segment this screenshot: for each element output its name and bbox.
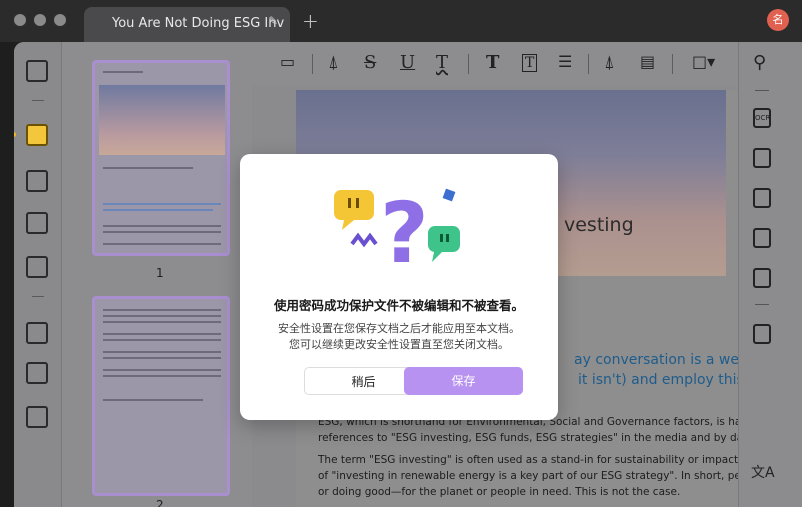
intro-text: it isn't) and employ this xyxy=(578,372,738,388)
thumbnail-text xyxy=(103,167,193,169)
email-icon[interactable] xyxy=(753,268,771,288)
active-indicator xyxy=(14,132,16,137)
thumbnail-text xyxy=(103,333,221,335)
dialog-description: 安全性设置在您保存文档之后才能应用至本文档。 xyxy=(278,322,520,335)
body-text: or doing good—for the planet or people i… xyxy=(318,486,681,498)
protect-icon[interactable] xyxy=(753,188,771,208)
thumbnail-text xyxy=(103,243,221,245)
minimize-window-button[interactable] xyxy=(34,14,46,26)
convert-icon[interactable] xyxy=(753,148,771,168)
thumbnail-text xyxy=(103,369,221,371)
divider xyxy=(588,54,589,74)
thumbnail-text xyxy=(103,357,221,359)
thumbnail-text xyxy=(103,375,221,377)
title-bar: You Are Not Doing ESG Inv ✎ + 名 xyxy=(0,0,802,42)
tab-title: You Are Not Doing ESG Inv xyxy=(112,16,285,31)
squiggly-icon[interactable]: T xyxy=(436,52,448,73)
right-toolbar: ⚲ OCR 文A xyxy=(738,42,802,507)
pencil-icon[interactable]: ⍋ xyxy=(604,52,615,73)
divider xyxy=(32,100,44,101)
fill-sign-icon[interactable] xyxy=(26,256,48,278)
thumbnail-text xyxy=(103,399,203,401)
body-text: references to "ESG investing, ESG funds,… xyxy=(318,432,738,444)
divider xyxy=(312,54,313,74)
article-title: vesting xyxy=(564,214,634,236)
edit-pdf-icon[interactable] xyxy=(26,170,48,192)
form-icon[interactable] xyxy=(26,212,48,234)
divider xyxy=(755,90,769,91)
strikethrough-icon[interactable]: S xyxy=(364,52,376,73)
translate-icon[interactable]: 文A xyxy=(751,462,775,482)
thumbnail-text xyxy=(103,321,221,323)
intro-text: ay conversation is a welc xyxy=(574,352,738,368)
avatar[interactable]: 名 xyxy=(767,9,789,31)
close-window-button[interactable] xyxy=(14,14,26,26)
plus-icon[interactable]: + xyxy=(302,9,319,33)
ocr-icon[interactable]: OCR xyxy=(753,108,771,128)
reader-mode-icon[interactable] xyxy=(26,60,48,82)
thumbnail-text xyxy=(103,71,143,73)
crop-icon[interactable] xyxy=(26,362,48,384)
textbox-icon[interactable]: T xyxy=(522,54,538,72)
thumbnail-text xyxy=(103,339,221,341)
annotation-toolbar: ▭ ⍋ S U T T T ☰ ⍋ ▤ □▾ xyxy=(252,42,738,86)
page-number-2: 2 xyxy=(156,498,164,507)
search-icon[interactable]: ⚲ xyxy=(753,52,766,73)
share-icon[interactable] xyxy=(753,228,771,248)
svg-text:?: ? xyxy=(380,184,429,282)
dialog-description: 您可以继续更改安全性设置直至您关闭文档。 xyxy=(289,338,509,351)
thumbnail-text xyxy=(103,351,221,353)
security-illustration: ? xyxy=(334,184,460,282)
thumbnail-text xyxy=(103,315,221,317)
highlighter-icon[interactable]: ⍋ xyxy=(328,52,339,73)
thumbnail-panel: 1 2 xyxy=(62,42,252,507)
save-button[interactable]: 保存 xyxy=(404,367,523,395)
thumbnail-text xyxy=(103,309,221,311)
page-thumbnail-1[interactable] xyxy=(92,60,230,256)
pencil-icon[interactable]: ✎ xyxy=(268,14,278,28)
underline-icon[interactable]: U xyxy=(400,52,415,73)
zoom-window-button[interactable] xyxy=(54,14,66,26)
divider xyxy=(468,54,469,74)
dialog-title: 使用密码成功保护文件不被编辑和不被查看。 xyxy=(273,298,524,313)
divider xyxy=(672,54,673,74)
divider xyxy=(755,304,769,305)
callout-icon[interactable]: ☰ xyxy=(558,52,572,71)
left-toolbar xyxy=(14,42,62,507)
body-text: The term "ESG investing" is often used a… xyxy=(318,454,738,466)
organize-pages-icon[interactable] xyxy=(26,322,48,344)
divider xyxy=(32,296,44,297)
comment-mode-icon[interactable] xyxy=(26,124,48,146)
security-dialog: ? 使用密码成功保护文件不被编辑和不被查看。 安全性设置在您保存文档之后才能应用… xyxy=(240,154,558,420)
shape-icon[interactable]: □▾ xyxy=(692,52,715,71)
page-thumbnail-2[interactable] xyxy=(92,296,230,496)
layers-icon[interactable] xyxy=(26,406,48,428)
document-tab[interactable]: You Are Not Doing ESG Inv xyxy=(84,7,290,42)
thumbnail-text xyxy=(103,203,221,205)
page-number-1: 1 xyxy=(156,266,164,280)
body-text: of "investing in renewable energy is a k… xyxy=(318,470,738,482)
text-icon[interactable]: T xyxy=(486,52,499,73)
thumbnail-text xyxy=(103,209,213,211)
thumbnail-image xyxy=(99,85,225,155)
save-icon[interactable] xyxy=(753,324,771,344)
eraser-icon[interactable]: ▤ xyxy=(640,52,655,71)
thumbnail-text xyxy=(103,231,221,233)
comment-icon[interactable]: ▭ xyxy=(280,52,295,71)
thumbnail-text xyxy=(103,225,221,227)
